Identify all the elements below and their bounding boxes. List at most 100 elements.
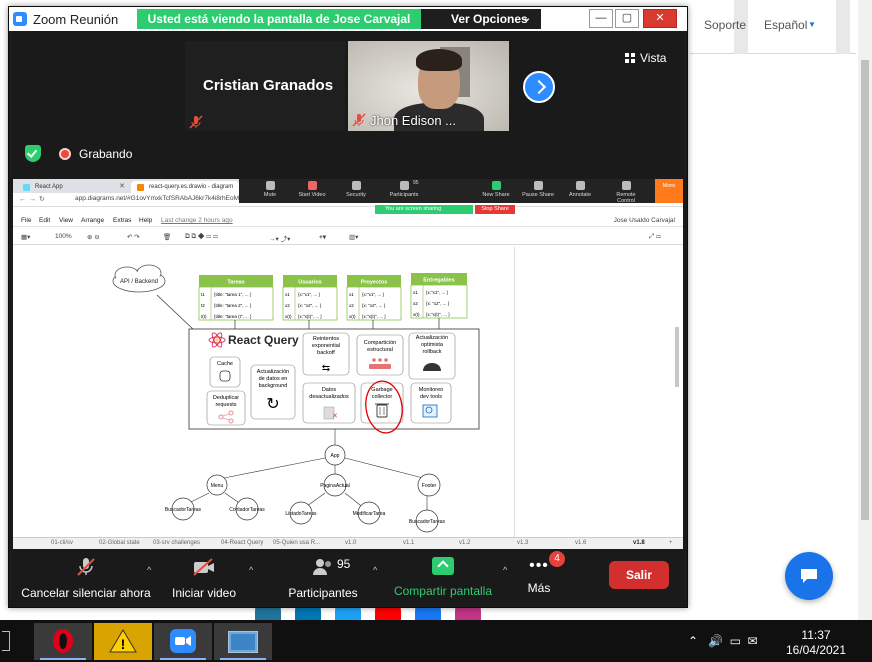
feature-devtools[interactable]: Monitoreo dev tools bbox=[410, 382, 452, 424]
leave-meeting-button[interactable]: Salir bbox=[609, 561, 669, 589]
page-tab[interactable]: v1.6 bbox=[575, 540, 586, 546]
chevron-up-icon[interactable]: ^ bbox=[503, 565, 507, 575]
pause-share-control[interactable]: Pause Share bbox=[521, 181, 555, 198]
feature-stale-data[interactable]: Datos desactualizados ✕ bbox=[302, 382, 356, 424]
mute-control[interactable]: Mute bbox=[253, 181, 287, 198]
stop-share-button[interactable]: Stop Share bbox=[475, 205, 515, 214]
unmute-button[interactable]: Cancelar silenciar ahora ^ bbox=[21, 557, 151, 600]
tree-node-listado[interactable]: ListadoTareas bbox=[285, 501, 317, 525]
url-field[interactable]: app.diagrams.net/#G1ovYmxkTcfSRAbAJ6kr7k… bbox=[75, 195, 248, 202]
tree-node-app[interactable]: App bbox=[324, 444, 346, 466]
more-control[interactable]: More bbox=[655, 179, 683, 203]
menu-arrange[interactable]: Arrange bbox=[81, 217, 104, 224]
new-share-control[interactable]: New Share bbox=[479, 181, 513, 198]
menu-help[interactable]: Help bbox=[139, 217, 152, 224]
security-control[interactable]: Security bbox=[339, 181, 373, 198]
table-entregables[interactable]: Entregables x1 {x:"x1", ... } x2 {x: "x2… bbox=[410, 273, 468, 319]
page-tab-active[interactable]: v1.8 bbox=[633, 540, 645, 546]
clock[interactable]: 11:37 16/04/2021 bbox=[780, 628, 852, 658]
more-button[interactable]: ••• 4 Más bbox=[521, 551, 565, 595]
tree-node-buscador[interactable]: BuscadorTareas bbox=[165, 497, 202, 521]
page-tab[interactable]: 02-Global state bbox=[99, 540, 140, 546]
chevron-up-icon[interactable]: ^ bbox=[373, 565, 377, 575]
feature-cache[interactable]: Cache bbox=[209, 356, 241, 388]
taskbar-opera[interactable] bbox=[34, 623, 92, 660]
minimize-button[interactable]: — bbox=[589, 9, 613, 28]
taskbar-zoom[interactable] bbox=[154, 623, 212, 660]
diagram-canvas[interactable]: API / Backend Tareas t1 {title: "tarea 1… bbox=[19, 247, 515, 537]
format-panel-icon[interactable]: ▦▾ bbox=[21, 233, 30, 241]
user-name[interactable]: Jose Usaldo Carvajal bbox=[614, 217, 675, 224]
start-video-button[interactable]: Iniciar video ^ bbox=[169, 557, 253, 600]
share-screen-button[interactable]: Compartir pantalla ^ bbox=[391, 557, 507, 598]
connector-icons[interactable]: →▾ ⤴▾ bbox=[269, 233, 290, 243]
page-tab[interactable]: v1.1 bbox=[403, 540, 414, 546]
security-shield-icon[interactable] bbox=[25, 145, 41, 162]
nav-support-link[interactable]: Soporte bbox=[704, 18, 746, 32]
remote-control[interactable]: Remote Control bbox=[609, 181, 643, 204]
page-tab[interactable]: v1.2 bbox=[459, 540, 470, 546]
table-icon[interactable]: ▥▾ bbox=[349, 233, 358, 241]
delete-icon[interactable]: 🗑 bbox=[163, 233, 171, 241]
nav-language-link[interactable]: Español bbox=[764, 18, 807, 32]
view-options-button[interactable]: Ver Opciones ⌄ bbox=[421, 9, 541, 29]
page-scrollbar[interactable] bbox=[858, 0, 872, 620]
shared-screen[interactable]: React App ✕ react-query.es.drawio - diag… bbox=[13, 179, 683, 549]
taskbar-button[interactable] bbox=[0, 623, 20, 660]
tree-node-menu[interactable]: Menu bbox=[206, 474, 228, 496]
feature-background-update[interactable]: Actualización de datos en background ↻ bbox=[250, 364, 296, 420]
menu-extras[interactable]: Extras bbox=[113, 217, 131, 224]
undo-redo-icon[interactable]: ↶ ↷ bbox=[127, 233, 140, 241]
menu-file[interactable]: File bbox=[21, 217, 31, 224]
feature-structural-sharing[interactable]: Compartición estructural bbox=[356, 334, 404, 376]
view-button[interactable]: Vista bbox=[625, 51, 666, 65]
browser-tab-active[interactable]: react-query.es.drawio - diagram bbox=[131, 181, 239, 193]
taskbar-photos[interactable] bbox=[214, 623, 272, 660]
arrange-icons[interactable]: ⧉ ⧉ ◆ ▭ ▭ bbox=[185, 233, 218, 241]
chevron-up-icon[interactable]: ^ bbox=[147, 565, 151, 575]
page-tab[interactable]: v1.3 bbox=[517, 540, 528, 546]
maximize-button[interactable]: ▢ bbox=[615, 9, 639, 28]
table-usuarios[interactable]: Usuarios x1 {x:"x1", ... } x2 {x: "x2", … bbox=[282, 275, 338, 321]
add-page-icon[interactable]: + bbox=[669, 540, 673, 546]
last-change-link[interactable]: Last change 2 hours ago bbox=[161, 217, 233, 224]
tree-node-contador[interactable]: ContadorTareas bbox=[229, 497, 265, 521]
table-proyectos[interactable]: Proyectos x1 {x:"x1", ... } x2 {x: "x2",… bbox=[346, 275, 402, 321]
tree-node-buscador-footer[interactable]: BuscadorTareas bbox=[409, 509, 446, 533]
tree-node-footer[interactable]: Footer bbox=[417, 473, 441, 497]
insert-icon[interactable]: +▾ bbox=[319, 233, 326, 241]
next-page-button[interactable] bbox=[523, 71, 555, 103]
chat-button[interactable] bbox=[785, 552, 833, 600]
api-cloud[interactable]: API / Backend bbox=[112, 264, 166, 293]
tree-node-pagina-actual[interactable]: PaginaActual bbox=[320, 473, 350, 497]
menu-view[interactable]: View bbox=[59, 217, 73, 224]
participants-button[interactable]: 95 Participantes ^ bbox=[283, 557, 377, 600]
participant-video-tile[interactable]: Jhon Edison ... bbox=[348, 41, 509, 131]
page-tab[interactable]: 05-Quien usa R... bbox=[273, 540, 320, 546]
panel-toggle-icons[interactable]: ⤢ ▭ bbox=[649, 233, 661, 241]
page-tab[interactable]: v1.0 bbox=[345, 540, 356, 546]
video-control[interactable]: Start Video bbox=[295, 181, 329, 198]
feature-retries[interactable]: Reintentos exponential backoff ⇆ bbox=[302, 332, 350, 376]
close-button[interactable]: ✕ bbox=[643, 9, 677, 28]
participant-tile[interactable]: Cristian Granados bbox=[185, 41, 345, 131]
browser-nav-icons[interactable]: ←→↻ bbox=[19, 195, 48, 203]
menu-edit[interactable]: Edit bbox=[39, 217, 50, 224]
browser-tab[interactable]: React App ✕ bbox=[17, 181, 129, 193]
table-tareas[interactable]: Tareas t1 {title: "tarea 1", ... } t2 {t… bbox=[198, 275, 274, 321]
page-tab[interactable]: 01-cli/sv bbox=[51, 540, 73, 546]
tree-node-modificar[interactable]: ModificarTarea bbox=[353, 501, 386, 525]
feature-optimistic-update[interactable]: Actualización optimista rollback bbox=[408, 332, 456, 380]
feature-deduplicate[interactable]: Deduplicar requests bbox=[206, 390, 246, 426]
scrollbar-thumb[interactable] bbox=[861, 60, 869, 520]
zoom-buttons-icon[interactable]: ⊕ ⊖ bbox=[87, 233, 100, 241]
page-tab[interactable]: 04-React Query bbox=[221, 540, 263, 546]
zoom-level[interactable]: 100% bbox=[55, 233, 72, 240]
panel-scrollbar[interactable] bbox=[675, 327, 679, 387]
chevron-up-icon[interactable]: ^ bbox=[249, 565, 253, 575]
system-tray-icons[interactable]: ⌃ 🔊 ▭ ✉ bbox=[688, 634, 758, 648]
annotate-control[interactable]: Annotate bbox=[563, 181, 597, 198]
page-tab[interactable]: 03-srv challenges bbox=[153, 540, 200, 546]
close-tab-icon[interactable]: ✕ bbox=[119, 181, 125, 193]
taskbar-warning-app[interactable]: ! bbox=[94, 623, 152, 660]
